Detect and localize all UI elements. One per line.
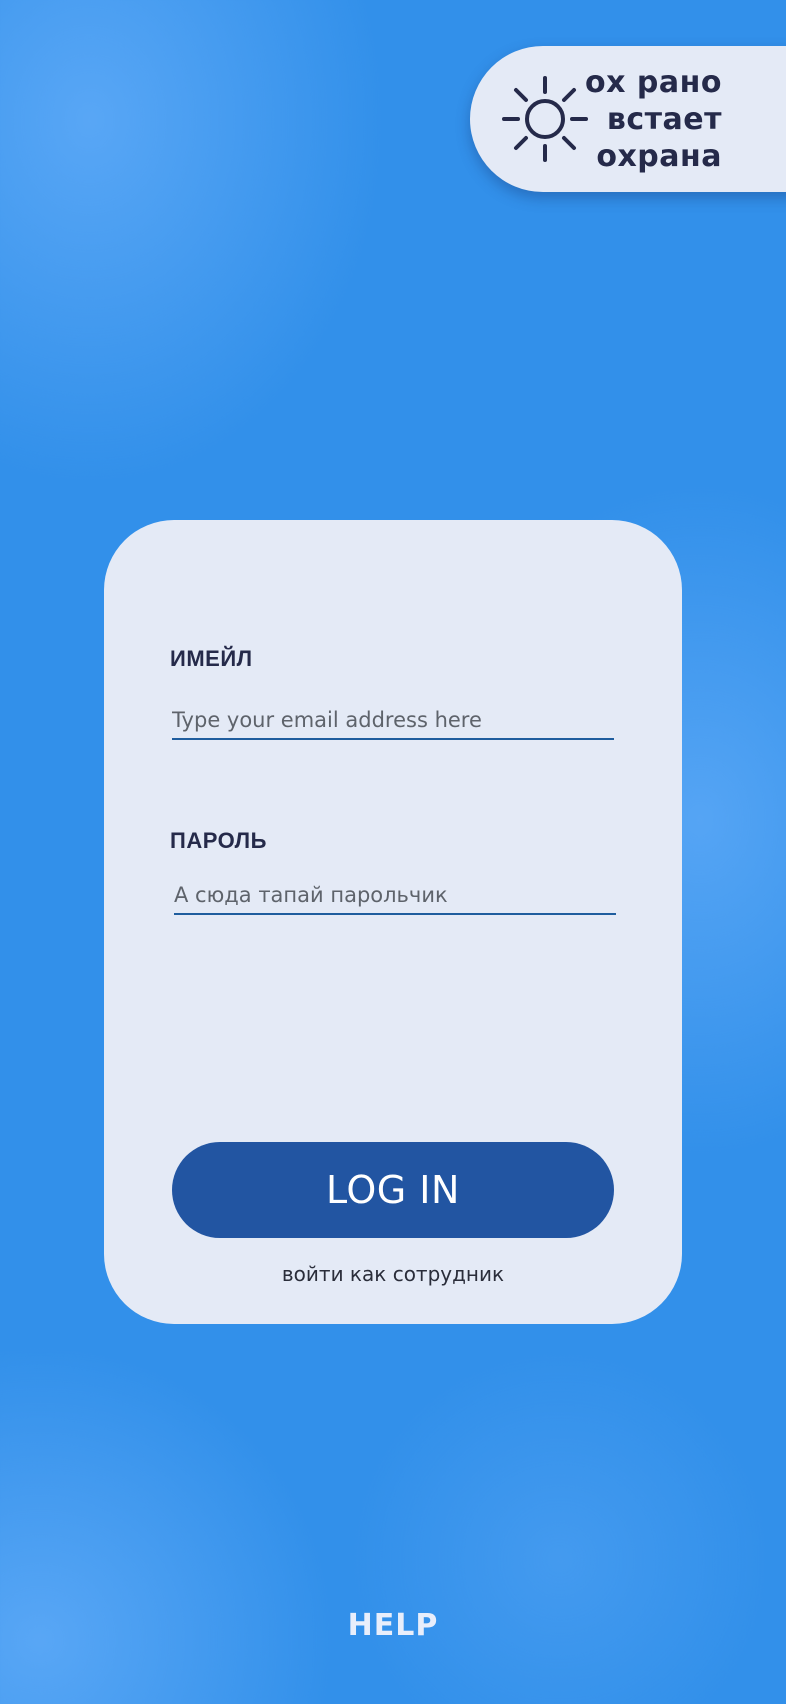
login-button[interactable]: LOG IN — [172, 1142, 614, 1238]
employee-login-link[interactable]: войти как сотрудник — [104, 1262, 682, 1286]
password-input[interactable] — [174, 877, 616, 915]
brand-line-2: встает — [606, 102, 722, 137]
brand-line-3: охрана — [596, 139, 722, 174]
email-input[interactable] — [172, 702, 614, 740]
brand-line-1: ох рано — [585, 65, 722, 100]
password-label: ПАРОЛЬ — [170, 828, 267, 853]
login-card: ИМЕЙЛ ПАРОЛЬ LOG IN войти как сотрудник — [104, 520, 682, 1324]
help-link[interactable]: HELP — [0, 1608, 786, 1643]
sun-icon — [500, 74, 590, 164]
email-label: ИМЕЙЛ — [170, 646, 253, 671]
brand-badge: ох рано встает охрана — [470, 46, 786, 192]
brand-name: ох рано встает охрана — [585, 64, 722, 175]
